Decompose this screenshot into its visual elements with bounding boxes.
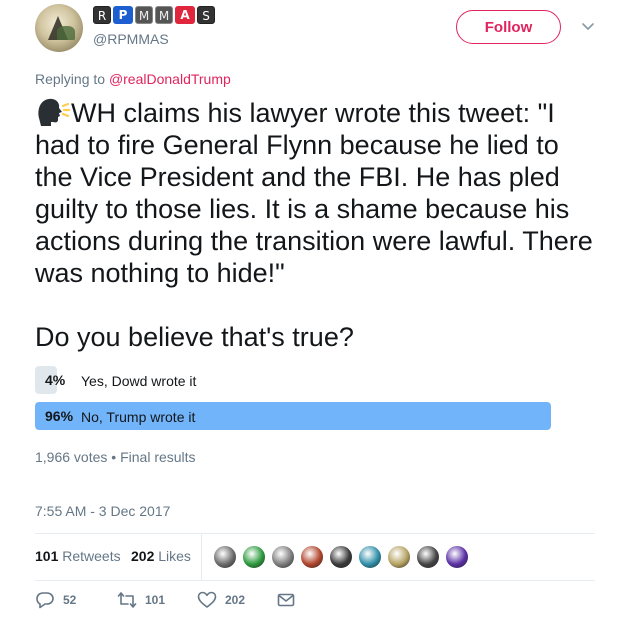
heart-icon bbox=[197, 591, 217, 608]
tweet-body: WH claims his lawyer wrote this tweet: "… bbox=[35, 98, 593, 352]
display-name[interactable]: R P M M A S bbox=[93, 6, 215, 24]
speaking-head-icon bbox=[35, 96, 71, 126]
retweets-label: Retweets bbox=[62, 548, 121, 564]
tweet-timestamp[interactable]: 7:55 AM - 3 Dec 2017 bbox=[35, 503, 170, 519]
chevron-down-icon[interactable] bbox=[580, 18, 596, 34]
tweet-text: WH claims his lawyer wrote this tweet: "… bbox=[35, 96, 595, 353]
liker-avatars bbox=[213, 545, 469, 569]
name-letter-s: S bbox=[197, 6, 215, 24]
poll: 4% Yes, Dowd wrote it 96% No, Trump wrot… bbox=[35, 366, 575, 438]
poll-separator: • bbox=[111, 449, 117, 465]
poll-percent: 4% bbox=[45, 372, 66, 388]
retweet-count: 101 bbox=[145, 593, 166, 607]
replying-to-user-link[interactable]: @realDonaldTrump bbox=[109, 71, 231, 87]
liker-avatar[interactable] bbox=[329, 545, 353, 569]
tweet-actions: 52 101 202 bbox=[35, 590, 435, 614]
reply-icon bbox=[36, 592, 54, 609]
reply-button[interactable]: 52 bbox=[35, 590, 76, 610]
likes-stat[interactable]: 202 Likes bbox=[131, 548, 191, 564]
poll-votes: 1,966 votes bbox=[35, 449, 108, 465]
user-handle[interactable]: @RPMMAS bbox=[93, 31, 169, 47]
stats-separator bbox=[201, 534, 202, 580]
poll-meta: 1,966 votes • Final results bbox=[35, 449, 196, 465]
follow-button[interactable]: Follow bbox=[456, 10, 561, 44]
like-count: 202 bbox=[225, 593, 246, 607]
poll-option-label: Yes, Dowd wrote it bbox=[81, 373, 197, 389]
name-letter-m1: M bbox=[135, 6, 153, 24]
tweet-header: R P M M A S @RPMMAS Follow bbox=[35, 4, 595, 54]
name-letter-r: R bbox=[93, 6, 111, 24]
retweet-icon bbox=[117, 592, 137, 608]
poll-option-label: No, Trump wrote it bbox=[81, 409, 196, 425]
liker-avatar[interactable] bbox=[300, 545, 324, 569]
poll-option: 96% No, Trump wrote it bbox=[35, 402, 575, 430]
replying-to-prefix: Replying to bbox=[35, 71, 106, 87]
liker-avatar[interactable] bbox=[445, 545, 469, 569]
likes-count: 202 bbox=[131, 548, 155, 564]
reply-count: 52 bbox=[63, 593, 77, 607]
liker-avatar[interactable] bbox=[416, 545, 440, 569]
liker-avatar[interactable] bbox=[242, 545, 266, 569]
avatar-figure-2 bbox=[57, 26, 75, 40]
avatar[interactable] bbox=[35, 4, 83, 52]
liker-avatar[interactable] bbox=[271, 545, 295, 569]
retweets-count: 101 bbox=[35, 548, 59, 564]
poll-percent: 96% bbox=[45, 408, 74, 424]
retweet-button[interactable]: 101 bbox=[117, 590, 165, 610]
replying-to: Replying to @realDonaldTrump bbox=[35, 71, 231, 87]
like-button[interactable]: 202 bbox=[197, 590, 245, 610]
name-letter-m2: M bbox=[155, 6, 173, 24]
liker-avatar[interactable] bbox=[358, 545, 382, 569]
divider bbox=[35, 580, 595, 581]
name-letter-p: P bbox=[113, 6, 133, 24]
liker-avatar[interactable] bbox=[213, 545, 237, 569]
tweet-stats: 101 Retweets 202 Likes bbox=[35, 534, 595, 580]
name-letter-a: A bbox=[175, 6, 195, 24]
liker-avatar[interactable] bbox=[387, 545, 411, 569]
direct-message-button[interactable] bbox=[276, 590, 296, 610]
envelope-icon bbox=[277, 593, 295, 607]
poll-status: Final results bbox=[120, 449, 196, 465]
retweets-stat[interactable]: 101 Retweets bbox=[35, 548, 121, 564]
poll-option: 4% Yes, Dowd wrote it bbox=[35, 366, 575, 394]
likes-label: Likes bbox=[158, 548, 191, 564]
